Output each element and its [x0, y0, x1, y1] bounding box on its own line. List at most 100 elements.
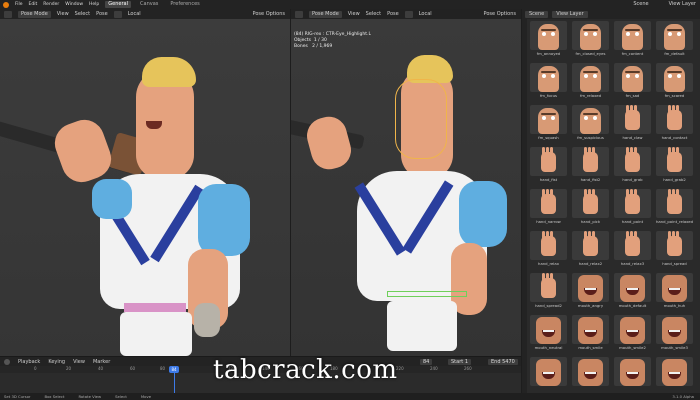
hand-preview — [625, 189, 640, 214]
character-belt — [124, 303, 186, 312]
blender-logo-icon[interactable] — [3, 1, 9, 8]
face-preview — [580, 24, 601, 50]
pose-asset-tile[interactable]: mouth_neutral — [530, 315, 567, 351]
pose-asset-label: fm_scared — [664, 93, 685, 98]
rig-bones-overlay — [395, 79, 447, 159]
menu-render[interactable]: Render — [43, 2, 59, 7]
hand-preview — [625, 147, 640, 172]
start-frame-field[interactable]: Start 1 — [448, 358, 471, 365]
pose-asset-tile[interactable]: hand_spread2 — [530, 273, 567, 309]
timeline-editor-type-icon[interactable] — [4, 358, 10, 365]
pose-asset-tile[interactable]: hand_claw — [614, 105, 651, 141]
pose-asset-label: mouth_neutral — [534, 345, 563, 350]
pose-asset-tile[interactable]: hand_point — [614, 189, 651, 225]
menu-help[interactable]: Help — [89, 2, 99, 7]
timeline-playhead[interactable]: 84 — [169, 366, 179, 373]
pose-asset-thumbnail — [656, 105, 693, 134]
pose-asset-tile[interactable] — [614, 357, 651, 393]
pose-asset-label: hand_relax2 — [578, 261, 603, 266]
pose-asset-tile[interactable]: mouth_smile2 — [614, 315, 651, 351]
pose-asset-thumbnail — [530, 315, 567, 344]
pose-asset-tile[interactable]: mouth_smile3 — [656, 315, 693, 351]
menu-window[interactable]: Window — [65, 2, 83, 7]
menu-keying[interactable]: Keying — [48, 359, 65, 365]
workspace-tab-preferences[interactable]: Preferences — [167, 1, 202, 8]
pose-asset-tile[interactable]: fm_focus — [530, 63, 567, 99]
face-preview — [538, 108, 559, 134]
mouth-preview — [620, 317, 645, 344]
mouth-preview — [620, 359, 645, 386]
scene-field[interactable]: Scene — [525, 10, 549, 18]
hand-preview — [625, 105, 640, 130]
pose-asset-tile[interactable]: mouth_smile — [572, 315, 609, 351]
pose-asset-label: hand_fist2 — [580, 177, 601, 182]
pose-asset-tile[interactable]: hand_relax — [530, 231, 567, 267]
pose-asset-tile[interactable] — [572, 357, 609, 393]
viewport-right[interactable]: Pose Mode View Select Pose Local Pose Op… — [291, 9, 521, 356]
pose-asset-label: fm_closed_eyes — [575, 51, 606, 56]
pose-asset-tile[interactable]: hand_grab — [614, 147, 651, 183]
pose-asset-tile[interactable]: fm_sad — [614, 63, 651, 99]
pose-asset-thumbnail — [572, 105, 609, 134]
pose-asset-label: mouth_smile — [578, 345, 603, 350]
pose-asset-tile[interactable]: mouth_huh — [656, 273, 693, 309]
menu-file[interactable]: File — [15, 2, 23, 7]
pose-asset-tile[interactable]: hand_fist — [530, 147, 567, 183]
shirt-sleeve-left — [92, 179, 132, 219]
end-frame-field[interactable]: End 5470 — [488, 358, 518, 365]
view-layer-field[interactable]: View Layer — [552, 10, 588, 18]
pose-asset-tile[interactable]: fm_scared — [656, 63, 693, 99]
mouth-preview — [578, 317, 603, 344]
hand-preview — [583, 147, 598, 172]
pose-asset-thumbnail — [614, 147, 651, 176]
pose-asset-label: hand_grab — [622, 177, 643, 182]
version-label: 3.1.0 Alpha — [672, 394, 694, 399]
pose-asset-thumbnail — [614, 357, 651, 386]
pose-asset-tile[interactable]: mouth_angry — [572, 273, 609, 309]
status-hint-cursor: Set 3D Cursor — [4, 394, 31, 399]
menu-marker[interactable]: Marker — [93, 359, 110, 365]
pose-asset-tile[interactable]: fm_annoyed — [530, 21, 567, 57]
menu-view[interactable]: View — [73, 359, 85, 365]
pose-asset-tile[interactable]: hand_pick — [572, 189, 609, 225]
pose-asset-tile[interactable]: hand_relax2 — [572, 231, 609, 267]
viewport-left[interactable]: Pose Mode View Select Pose Local Pose Op… — [0, 9, 290, 356]
pose-asset-thumbnail — [572, 147, 609, 176]
workspace-tab-general[interactable]: General — [105, 1, 132, 8]
pose-asset-thumbnail — [656, 315, 693, 344]
character-hair — [142, 57, 196, 87]
pose-asset-tile[interactable]: fm_relaxed — [572, 63, 609, 99]
pose-asset-thumbnail — [656, 63, 693, 92]
menu-edit[interactable]: Edit — [29, 2, 38, 7]
workspace-tab-canvas[interactable]: Canvas — [137, 1, 161, 8]
pose-asset-tile[interactable]: hand_relax3 — [614, 231, 651, 267]
pose-asset-tile[interactable]: fm_squash — [530, 105, 567, 141]
pose-asset-tile[interactable]: fm_closed_eyes — [572, 21, 609, 57]
scene-selector[interactable]: Scene — [633, 1, 648, 7]
pose-asset-thumbnail — [572, 63, 609, 92]
pose-asset-tile[interactable]: hand_grab2 — [656, 147, 693, 183]
menu-playback[interactable]: Playback — [18, 359, 40, 365]
asset-browser-header: Scene View Layer — [522, 9, 700, 19]
pose-asset-tile[interactable]: mouth_default — [614, 273, 651, 309]
pose-asset-tile[interactable]: hand_point_relaxed — [656, 189, 693, 225]
pose-asset-label: hand_relax3 — [620, 261, 645, 266]
pose-asset-tile[interactable]: hand_contact — [656, 105, 693, 141]
rig-widget-green — [387, 291, 467, 297]
asset-browser-sidebar-strip — [522, 19, 527, 393]
pose-asset-tile[interactable]: hand_spread — [656, 231, 693, 267]
pose-asset-tile[interactable]: hand_narrow — [530, 189, 567, 225]
pose-asset-tile[interactable]: fm_content — [614, 21, 651, 57]
pose-asset-tile[interactable] — [530, 357, 567, 393]
pose-asset-thumbnail — [656, 21, 693, 50]
tick-label: 80 — [160, 366, 166, 371]
pose-asset-tile[interactable]: fm_default — [656, 21, 693, 57]
pose-asset-label: fm_content — [621, 51, 644, 56]
shirt-sleeve-right — [198, 184, 250, 256]
view-layer-selector[interactable]: View Layer — [669, 1, 696, 7]
pose-asset-tile[interactable]: hand_fist2 — [572, 147, 609, 183]
current-frame-field[interactable]: 84 — [420, 358, 433, 365]
pose-asset-tile[interactable]: fm_suspicious — [572, 105, 609, 141]
pose-asset-thumbnail — [656, 189, 693, 218]
pose-asset-tile[interactable] — [656, 357, 693, 393]
